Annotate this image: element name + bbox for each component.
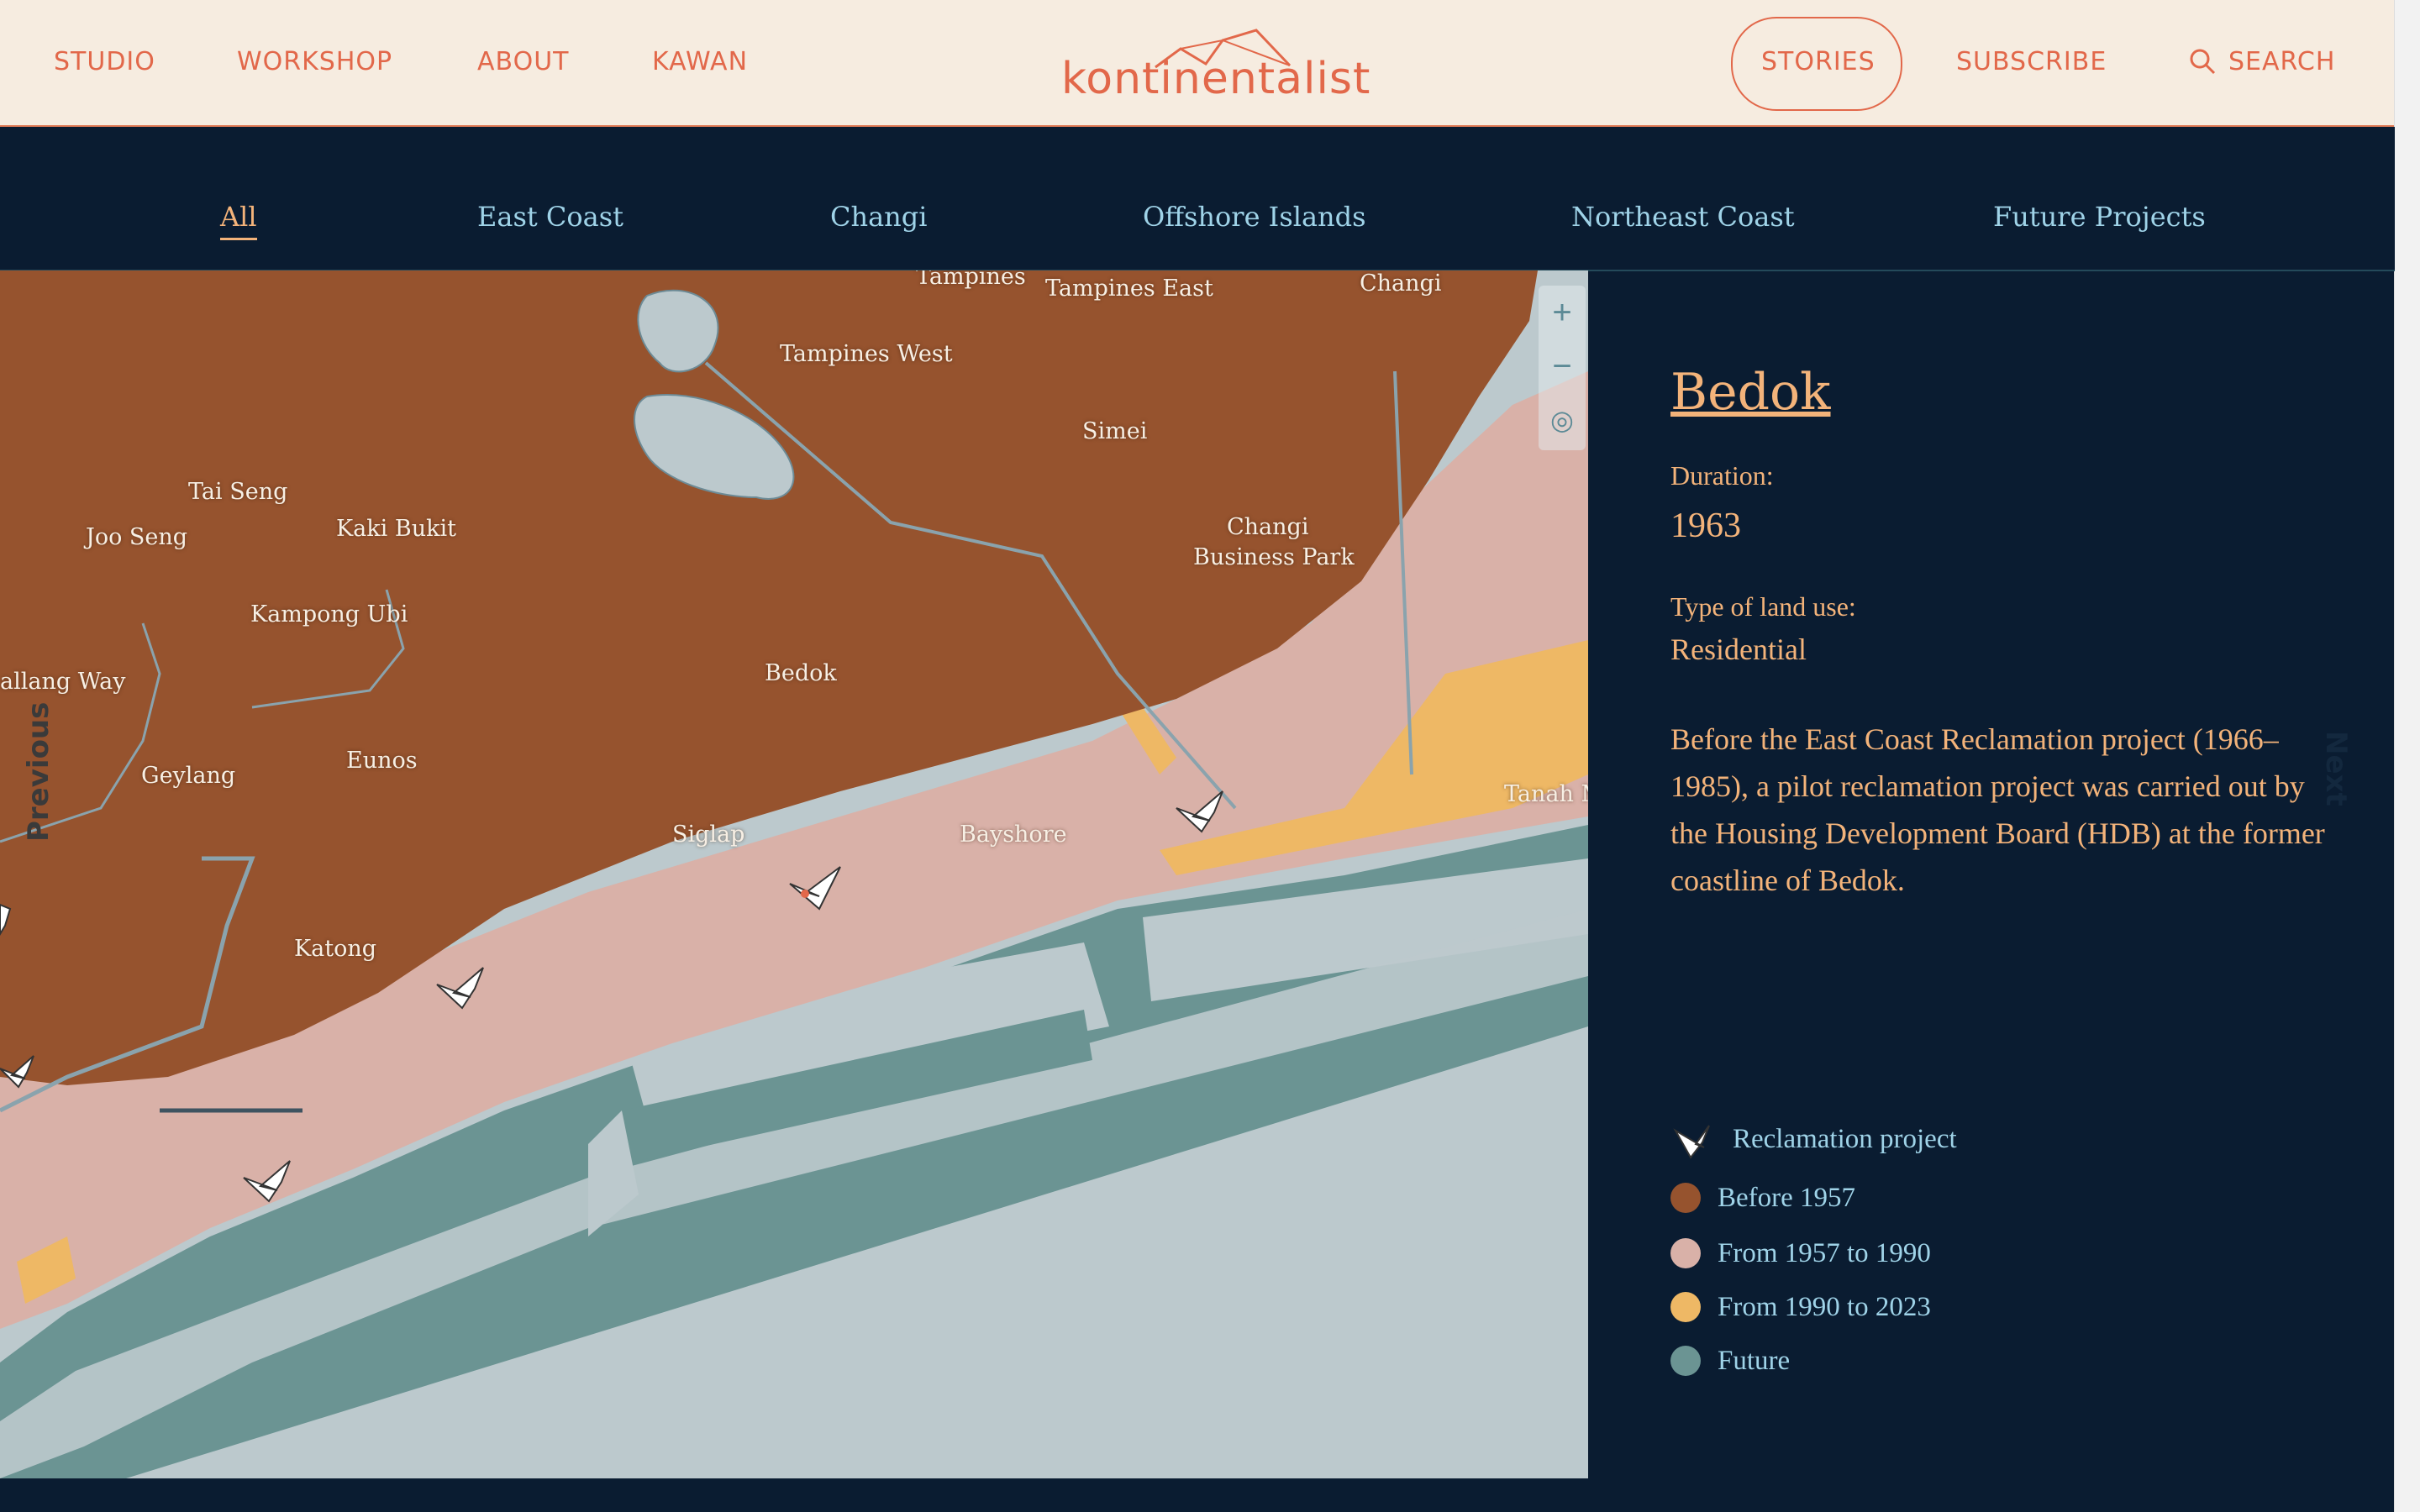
legend-label: From 1990 to 2023 bbox=[1718, 1292, 1931, 1322]
legend-label: Before 1957 bbox=[1718, 1183, 1856, 1213]
nav-stories-link[interactable]: STORIES bbox=[1761, 47, 1876, 76]
map-label: Siglap bbox=[672, 822, 745, 848]
nav-subscribe-link[interactable]: SUBSCRIBE bbox=[1956, 47, 2107, 76]
tab-east-coast[interactable]: East Coast bbox=[477, 201, 623, 233]
panel-title: Bedok bbox=[1670, 363, 1831, 422]
reclamation-marker-icon bbox=[1670, 1119, 1712, 1165]
legend-label: Future bbox=[1718, 1346, 1791, 1376]
legend-dot bbox=[1670, 1346, 1701, 1376]
map-label: Tampines East bbox=[1045, 276, 1213, 302]
nav-workshop-link[interactable]: WORKSHOP bbox=[237, 47, 392, 76]
map-canvas bbox=[0, 270, 1588, 1478]
map-label: Tai Seng bbox=[188, 479, 288, 505]
logo-wordmark: kontinentalist bbox=[1061, 54, 1371, 104]
map-label: Business Park bbox=[1193, 544, 1355, 570]
map-label: Katong bbox=[294, 936, 377, 962]
kontinentalist-logo[interactable]: kontinentalist bbox=[1055, 24, 1370, 116]
duration-value: 1963 bbox=[1670, 507, 1741, 545]
map-label: Eunos bbox=[346, 748, 418, 774]
legend-dot bbox=[1670, 1183, 1701, 1213]
map-label: allang Way bbox=[0, 669, 126, 695]
legend-dot bbox=[1670, 1292, 1701, 1322]
tab-future-projects[interactable]: Future Projects bbox=[1993, 201, 2206, 233]
duration-label: Duration: bbox=[1670, 460, 1774, 491]
map-label: Bayshore bbox=[960, 822, 1067, 848]
panel-description: Before the East Coast Reclamation projec… bbox=[1670, 722, 2325, 897]
zoom-out-button[interactable]: − bbox=[1539, 341, 1586, 395]
map-label: Changi bbox=[1227, 514, 1309, 540]
map-label: Geylang bbox=[141, 763, 236, 789]
nav-about-link[interactable]: ABOUT bbox=[477, 47, 569, 76]
map-label: Bedok bbox=[765, 660, 837, 686]
nav-kawan-link[interactable]: KAWAN bbox=[652, 47, 748, 76]
map-label: Kaki Bukit bbox=[336, 516, 456, 542]
region-filter-tabs: All East Coast Changi Offshore Islands N… bbox=[0, 127, 2395, 271]
map-label: Tampines West bbox=[780, 341, 953, 367]
map-label: Tanah M bbox=[1504, 781, 1588, 807]
map-label: Tampines bbox=[916, 270, 1026, 290]
zoom-in-button[interactable]: + bbox=[1539, 287, 1586, 341]
map-label: Changi bbox=[1360, 270, 1442, 297]
map-label: Simei bbox=[1082, 418, 1148, 444]
next-button[interactable]: Next bbox=[2319, 731, 2353, 806]
landuse-value: Residential bbox=[1670, 633, 1807, 666]
legend-dot bbox=[1670, 1238, 1701, 1268]
landuse-label: Type of land use: bbox=[1670, 591, 1856, 622]
top-navigation-bar: STUDIO WORKSHOP ABOUT KAWAN kontinentali… bbox=[0, 0, 2395, 127]
legend-label: Reclamation project bbox=[1733, 1124, 1957, 1154]
tab-changi[interactable]: Changi bbox=[830, 201, 928, 233]
map-label: Kampong Ubi bbox=[250, 601, 408, 627]
info-panel: Bedok Duration: 1963 Type of land use: R… bbox=[1588, 270, 2370, 1478]
previous-button[interactable]: Previous bbox=[22, 702, 55, 842]
locate-button[interactable]: ◎ bbox=[1539, 395, 1586, 449]
nav-search-link[interactable]: SEARCH bbox=[2228, 47, 2335, 76]
legend-label: From 1957 to 1990 bbox=[1718, 1238, 1931, 1268]
tab-offshore-islands[interactable]: Offshore Islands bbox=[1143, 201, 1366, 233]
tab-northeast-coast[interactable]: Northeast Coast bbox=[1571, 201, 1795, 233]
nav-studio-link[interactable]: STUDIO bbox=[54, 47, 155, 76]
search-icon[interactable] bbox=[2188, 47, 2217, 80]
reclamation-map[interactable]: Tampines Tampines East Changi Tampines W… bbox=[0, 270, 1588, 1478]
map-label: Joo Seng bbox=[86, 524, 188, 550]
page-scrollbar[interactable] bbox=[2394, 0, 2420, 1512]
map-zoom-controls: + − ◎ bbox=[1539, 286, 1586, 450]
tab-all[interactable]: All bbox=[220, 201, 257, 240]
